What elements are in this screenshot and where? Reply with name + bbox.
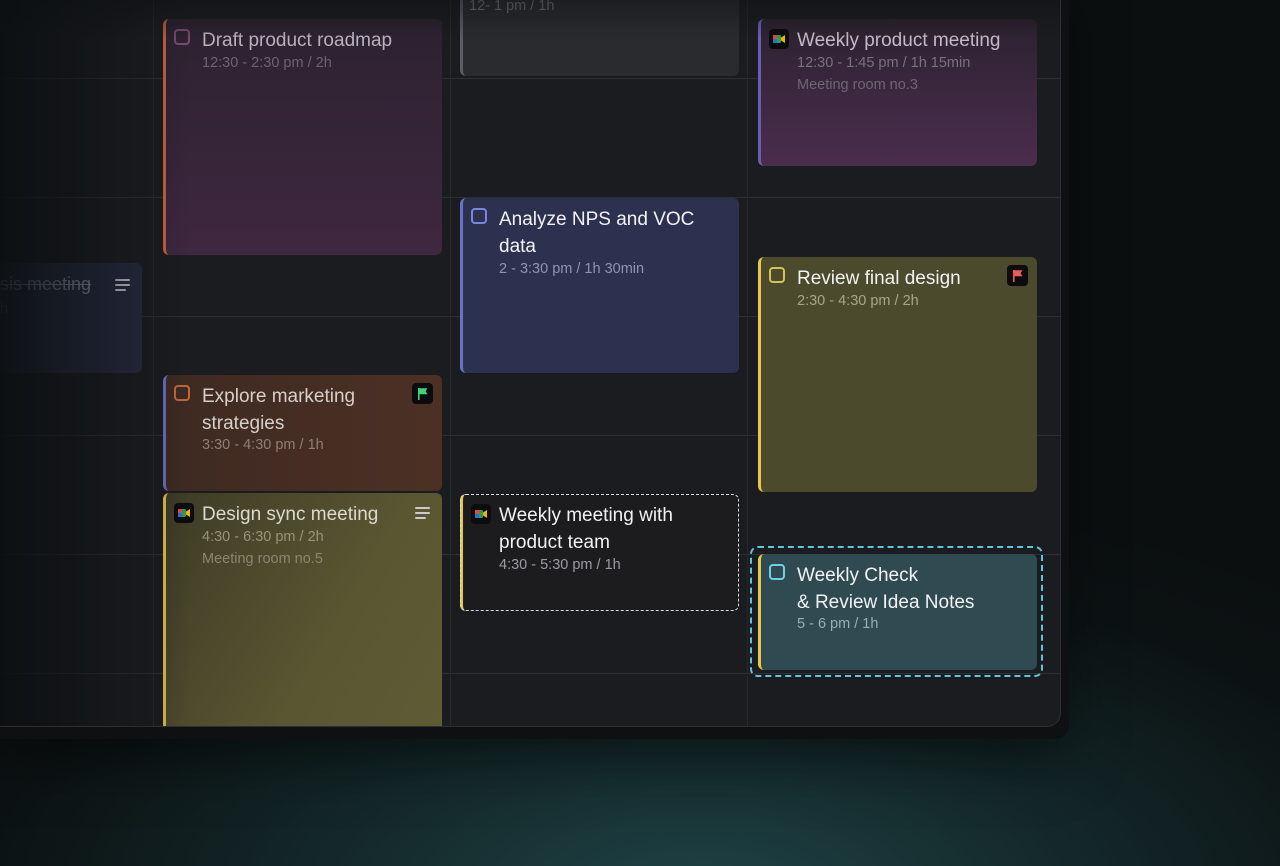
- event-title: Weekly Check & Review Idea Notes: [797, 562, 974, 616]
- google-meet-icon: [769, 29, 789, 49]
- event-card-weekly-meeting-product-team[interactable]: Weekly meeting with product team 4:30 - …: [460, 494, 739, 611]
- event-time: 2 - 3:30 pm / 1h 30min: [499, 261, 645, 277]
- event-title: Draft product roadmap: [202, 30, 393, 51]
- event-time: h: [0, 301, 9, 317]
- grid-day-divider: [153, 0, 154, 726]
- green-flag-icon[interactable]: [412, 383, 433, 404]
- notes-icon[interactable]: [415, 507, 430, 519]
- event-card-analyze-nps-voc[interactable]: Analyze NPS and VOC data 2 - 3:30 pm / 1…: [460, 198, 739, 373]
- event-title-line: Weekly meeting with: [499, 505, 673, 526]
- grid-day-divider: [450, 0, 451, 726]
- event-title: Design sync meeting: [202, 504, 379, 525]
- event-title-line: & Review Idea Notes: [797, 592, 975, 613]
- event-location: Meeting room no.3: [797, 77, 918, 93]
- event-title: Weekly meeting with product team: [499, 502, 673, 556]
- event-card-review-final-design[interactable]: Review final design 2:30 - 4:30 pm / 2h: [758, 257, 1037, 492]
- event-time: 12:30 - 2:30 pm / 2h: [202, 55, 332, 71]
- event-title-line: strategies: [202, 413, 285, 434]
- event-time: 5 - 6 pm / 1h: [797, 616, 879, 632]
- event-card-analysis-meeting[interactable]: sis meeting h: [0, 263, 142, 373]
- event-title: Analyze NPS and VOC data: [499, 206, 694, 260]
- checkbox-icon[interactable]: [471, 208, 487, 224]
- event-title-line: Explore marketing: [202, 386, 356, 407]
- event-card-design-sync-meeting[interactable]: Design sync meeting 4:30 - 6:30 pm / 2h …: [163, 493, 442, 726]
- event-card-explore-marketing[interactable]: Explore marketing strategies 3:30 - 4:30…: [163, 375, 442, 491]
- checkbox-icon[interactable]: [769, 564, 785, 580]
- event-title-line: data: [499, 236, 536, 257]
- event-card-weekly-check-review[interactable]: Weekly Check & Review Idea Notes 5 - 6 p…: [758, 554, 1037, 670]
- event-title-line: Weekly Check: [797, 565, 919, 586]
- google-meet-icon: [471, 504, 491, 524]
- checkbox-icon[interactable]: [174, 385, 190, 401]
- event-title-line: Analyze NPS and VOC: [499, 209, 695, 230]
- event-title: Weekly product meeting: [797, 30, 1001, 51]
- event-time: 4:30 - 6:30 pm / 2h: [202, 529, 324, 545]
- google-meet-icon: [174, 503, 194, 523]
- event-card-draft-product-roadmap[interactable]: Draft product roadmap 12:30 - 2:30 pm / …: [163, 19, 442, 255]
- event-time: 12- 1 pm / 1h: [469, 0, 555, 14]
- event-title-line: product team: [499, 532, 610, 553]
- checkbox-icon[interactable]: [769, 267, 785, 283]
- checkbox-icon[interactable]: [174, 29, 190, 45]
- event-card-top-partial[interactable]: 12- 1 pm / 1h: [460, 0, 739, 76]
- grid-day-divider: [747, 0, 748, 726]
- calendar-week-grid: sis meeting h 12- 1 pm / 1h Draft produc…: [0, 0, 1061, 727]
- red-flag-icon[interactable]: [1007, 265, 1028, 286]
- event-time: 3:30 - 4:30 pm / 1h: [202, 437, 324, 453]
- event-location: Meeting room no.5: [202, 551, 323, 567]
- event-title: Explore marketing strategies: [202, 383, 355, 437]
- event-title: Review final design: [797, 268, 961, 289]
- event-title: sis meeting: [0, 274, 92, 294]
- event-time: 4:30 - 5:30 pm / 1h: [499, 557, 621, 573]
- event-card-weekly-product-meeting[interactable]: Weekly product meeting 12:30 - 1:45 pm /…: [758, 19, 1037, 166]
- event-time: 2:30 - 4:30 pm / 2h: [797, 293, 919, 309]
- event-time: 12:30 - 1:45 pm / 1h 15min: [797, 55, 971, 71]
- notes-icon: [115, 279, 130, 291]
